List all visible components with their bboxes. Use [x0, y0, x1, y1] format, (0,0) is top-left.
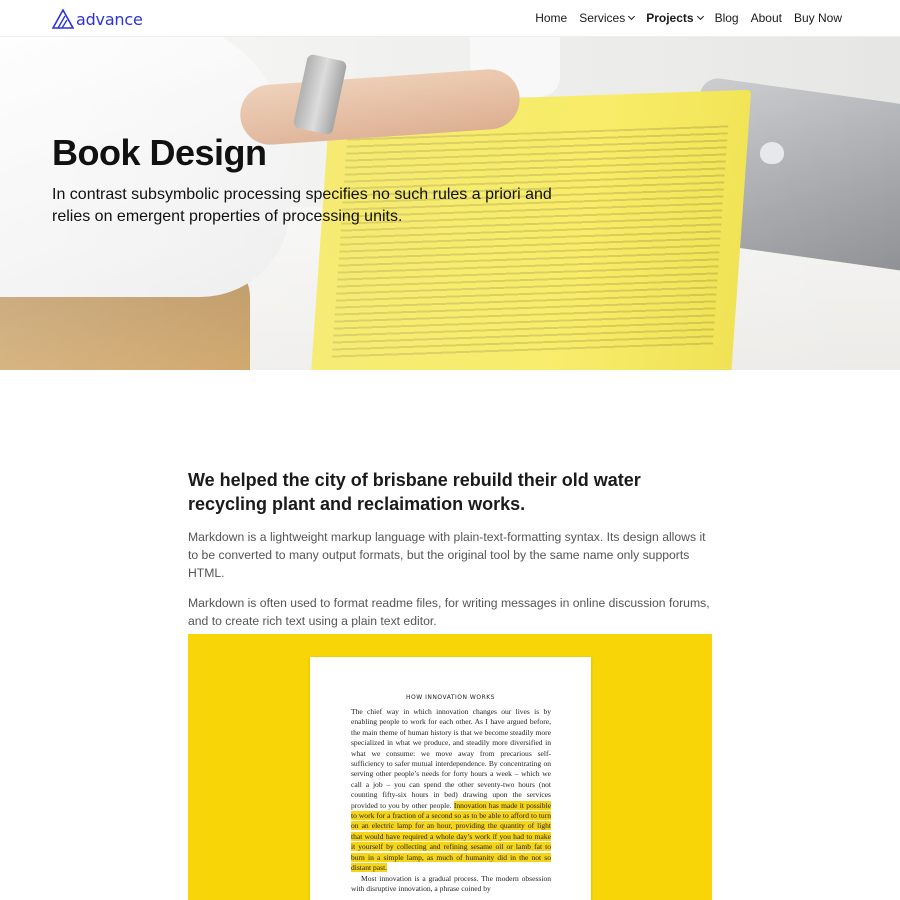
- book-text-continued: Most innovation is a gradual process. Th…: [351, 873, 551, 893]
- nav-projects[interactable]: Projects: [646, 11, 704, 25]
- main-nav: Home Services Projects Blog About Buy No…: [523, 11, 842, 25]
- chevron-down-icon: [628, 12, 636, 21]
- project-lead: We helped the city of brisbane rebuild t…: [188, 470, 641, 514]
- paragraph: Markdown is often used to format readme …: [188, 596, 710, 628]
- logo[interactable]: advance: [52, 8, 143, 30]
- book-page-body: The chief way in which innovation change…: [351, 707, 551, 894]
- nav-buy-now-label: Buy Now: [793, 11, 842, 25]
- nav-projects-label: Projects: [646, 11, 694, 25]
- book-page: HOW INNOVATION WORKS The chief way in wh…: [310, 657, 591, 900]
- nav-blog[interactable]: Blog: [715, 11, 739, 25]
- page-subtitle: In contrast subsymbolic processing speci…: [52, 186, 552, 225]
- book-text: The chief way in which innovation change…: [351, 707, 551, 810]
- nav-buy-now[interactable]: Buy Now: [794, 11, 842, 25]
- book-page-title: HOW INNOVATION WORKS: [406, 694, 495, 701]
- book-highlighted-text: Innovation has made it possible to work …: [351, 800, 551, 873]
- book-page-figure: HOW INNOVATION WORKS The chief way in wh…: [188, 634, 712, 900]
- nav-blog-label: Blog: [714, 11, 739, 25]
- logo-text: advance: [76, 9, 143, 29]
- nav-home-label: Home: [535, 11, 568, 25]
- page-title: Book Design: [52, 132, 267, 173]
- nav-services[interactable]: Services: [579, 11, 636, 25]
- site-header: advance Home Services Projects Blog Abou…: [0, 0, 900, 37]
- logo-icon: [52, 9, 74, 29]
- nav-home[interactable]: Home: [535, 11, 567, 25]
- paragraph: Markdown is a lightweight markup languag…: [188, 530, 706, 580]
- hero-banner: Book Design In contrast subsymbolic proc…: [0, 37, 900, 370]
- nav-services-label: Services: [579, 11, 626, 25]
- nav-about[interactable]: About: [751, 11, 782, 25]
- project-content: We helped the city of brisbane rebuild t…: [188, 468, 712, 642]
- nav-about-label: About: [750, 11, 782, 25]
- chevron-down-icon: [696, 12, 704, 21]
